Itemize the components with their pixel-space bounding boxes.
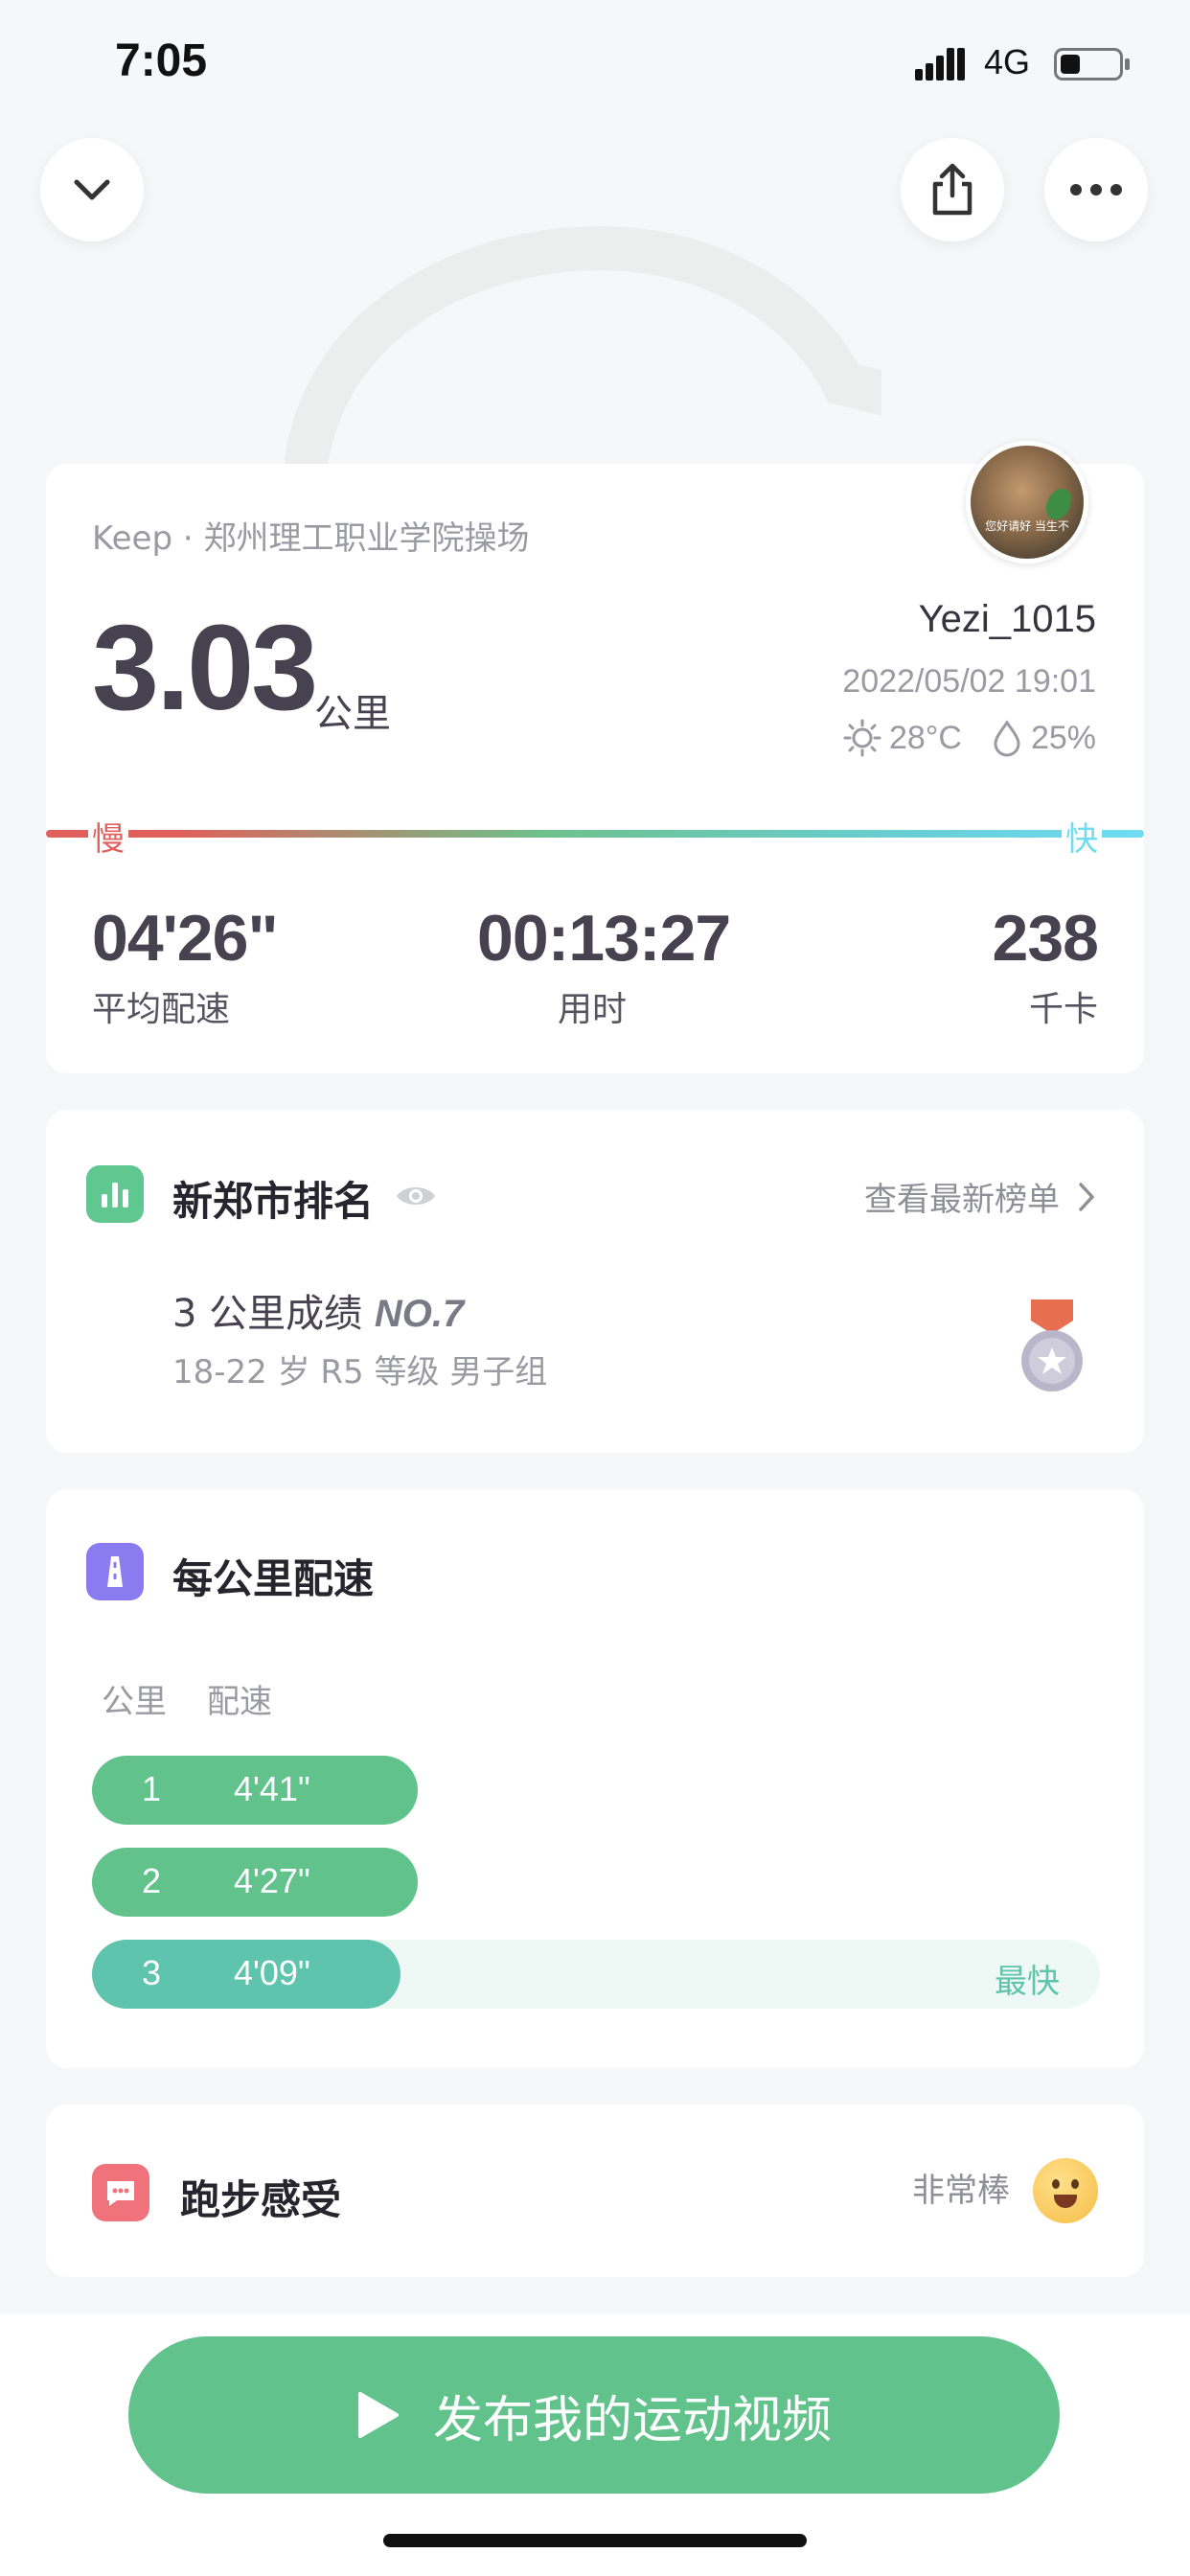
- ranking-title: 新郑市排名: [172, 1178, 375, 1225]
- feeling-value: 非常棒: [912, 2172, 1010, 2210]
- road-icon: [86, 1543, 144, 1600]
- more-icon: [1070, 184, 1122, 196]
- calories-value: 238: [992, 902, 1099, 975]
- fastest-label: 最快: [995, 1963, 1060, 2001]
- feeling-title: 跑步感受: [180, 2176, 342, 2223]
- chat-bubble-icon: [92, 2164, 149, 2221]
- medal-icon: [1021, 1300, 1083, 1392]
- publish-video-label: 发布我的运动视频: [432, 2391, 832, 2450]
- fast-label: 快: [1062, 813, 1102, 860]
- smile-emoji-icon: [1033, 2158, 1098, 2223]
- view-leaderboard-label: 查看最新榜单: [864, 1181, 1060, 1219]
- route-map: [285, 226, 881, 470]
- sun-icon: [843, 719, 881, 757]
- duration-value: 00:13:27: [477, 902, 731, 975]
- col-pace: 配速: [207, 1683, 272, 1721]
- workout-datetime: 2022/05/02 19:01: [842, 663, 1096, 700]
- rank-number: NO.7: [374, 1293, 465, 1335]
- publish-video-button[interactable]: 发布我的运动视频: [128, 2336, 1060, 2494]
- drop-icon: [994, 720, 1020, 757]
- distance-value: 3.03: [92, 600, 318, 735]
- location-label: Keep · 郑州理工职业学院操场: [92, 519, 530, 558]
- km-number: 1: [142, 1769, 162, 1808]
- km-pace: 4'41": [234, 1769, 310, 1808]
- ranking-card[interactable]: 新郑市排名 查看最新榜单 3 公里成绩 NO.7 18-22 岁 R5 等级 男…: [46, 1110, 1144, 1453]
- km-pace-bar: 3 4'09": [92, 1940, 400, 2009]
- running-feeling-card[interactable]: 跑步感受 非常棒: [46, 2104, 1144, 2277]
- km-pace: 4'27": [234, 1861, 310, 1900]
- avatar[interactable]: 您好请好 当生不: [966, 441, 1088, 564]
- chevron-right-icon: [1079, 1182, 1094, 1211]
- km-row: 1 4'41": [92, 1756, 1100, 1825]
- more-button[interactable]: [1044, 138, 1148, 242]
- slow-label: 慢: [88, 813, 128, 860]
- chevron-down-icon: [74, 179, 110, 200]
- home-indicator[interactable]: [383, 2534, 807, 2547]
- km-row: 2 4'27": [92, 1848, 1100, 1917]
- km-pace-bar: 2 4'27": [92, 1848, 418, 1917]
- col-km: 公里: [102, 1683, 167, 1721]
- km-number: 2: [142, 1861, 162, 1900]
- signal-icon: [915, 48, 965, 80]
- pace-gradient-bar: [46, 830, 1144, 838]
- view-leaderboard-link[interactable]: 查看最新榜单: [864, 1173, 1096, 1220]
- temperature: 28°C: [888, 719, 962, 756]
- play-icon: [357, 2392, 399, 2438]
- status-time: 7:05: [115, 35, 208, 86]
- network-label: 4G: [984, 42, 1031, 81]
- km-row-fastest: 3 4'09" 最快: [92, 1940, 1100, 2009]
- avg-pace-label: 平均配速: [92, 990, 231, 1029]
- share-icon: [932, 163, 973, 216]
- rank-record-prefix: 3 公里成绩: [172, 1292, 363, 1336]
- summary-card: Keep · 郑州理工职业学院操场 您好请好 当生不 3.03 公里 Yezi_…: [46, 441, 1144, 1073]
- distance-unit: 公里: [314, 692, 391, 736]
- km-number: 3: [142, 1953, 162, 1992]
- weather-info: 28°C 25%: [843, 719, 1096, 757]
- calories-label: 千卡: [1028, 990, 1098, 1029]
- collapse-button[interactable]: [40, 138, 144, 242]
- duration-label: 用时: [558, 990, 628, 1029]
- battery-icon: [1054, 48, 1130, 80]
- rank-group: 18-22 岁 R5 等级 男子组: [172, 1353, 548, 1392]
- ranking-chart-icon: [86, 1165, 144, 1223]
- km-pace: 4'09": [234, 1953, 310, 1992]
- humidity: 25%: [1030, 719, 1096, 756]
- avg-pace-value: 04'26": [92, 902, 279, 975]
- share-button[interactable]: [901, 138, 1004, 242]
- eye-icon[interactable]: [393, 1179, 439, 1213]
- pace-title: 每公里配速: [172, 1555, 375, 1602]
- username: Yezi_1015: [918, 598, 1096, 640]
- pace-per-km-card: 每公里配速 公里 配速 1 4'41" 2 4'27" 3 4'09" 最快: [46, 1489, 1144, 2068]
- km-pace-bar: 1 4'41": [92, 1756, 418, 1825]
- rank-record: 3 公里成绩 NO.7: [172, 1282, 464, 1338]
- avatar-caption: 您好请好 当生不: [985, 519, 1069, 533]
